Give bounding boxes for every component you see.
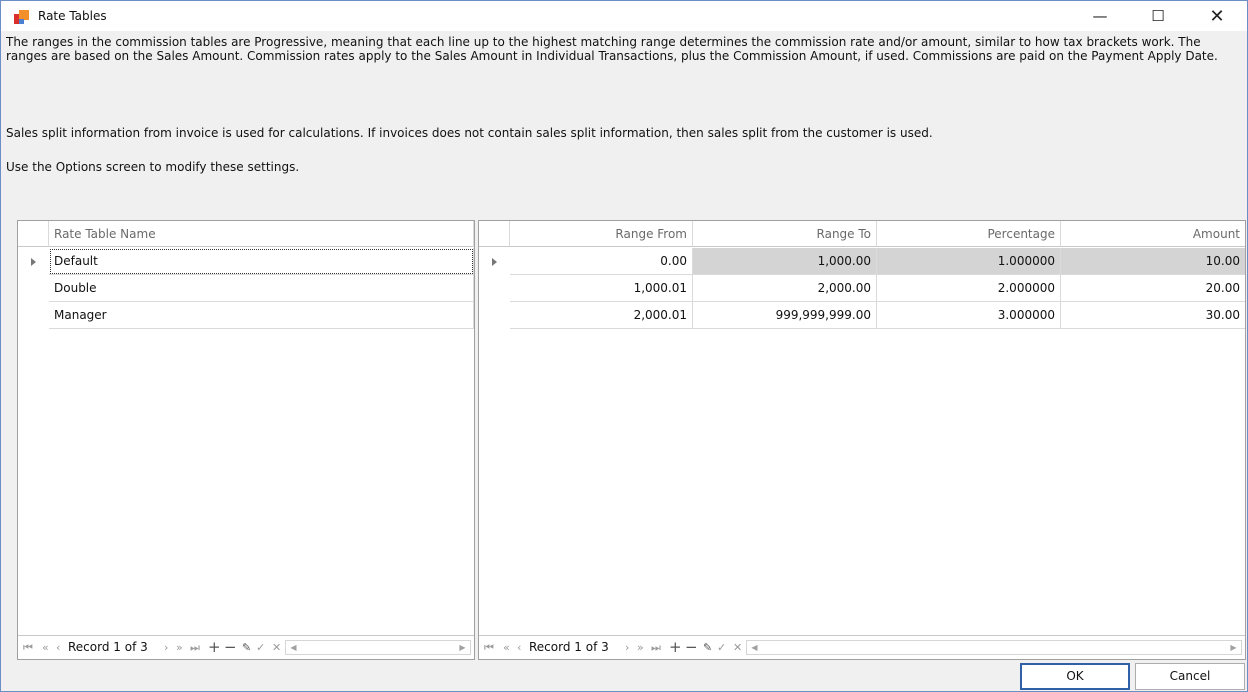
first-record-icon[interactable]: ⏮ bbox=[23, 636, 33, 660]
horizontal-scrollbar[interactable]: ◀ ▶ bbox=[285, 640, 471, 655]
cell-amount[interactable]: 30.00 bbox=[1061, 302, 1245, 329]
row-indicator bbox=[479, 248, 510, 275]
cell-rate-table-name[interactable]: Manager bbox=[49, 302, 474, 329]
row-indicator bbox=[479, 302, 510, 329]
prev-page-icon[interactable]: « bbox=[503, 636, 510, 660]
next-page-icon[interactable]: » bbox=[637, 636, 644, 660]
first-record-icon[interactable]: ⏮ bbox=[484, 636, 494, 660]
edit-record-icon[interactable]: ✎ bbox=[242, 636, 251, 660]
cell-range-to[interactable]: 2,000.00 bbox=[693, 275, 877, 302]
table-row[interactable]: 0.00 1,000.00 1.000000 10.00 bbox=[479, 248, 1245, 275]
ok-button[interactable]: OK bbox=[1020, 663, 1130, 690]
scroll-right-icon[interactable]: ▶ bbox=[455, 641, 470, 654]
grid-header: Rate Table Name bbox=[18, 221, 474, 247]
maximize-button[interactable]: ☐ bbox=[1135, 1, 1181, 31]
grid-header: Range From Range To Percentage Amount bbox=[479, 221, 1245, 247]
column-header-range-to[interactable]: Range To bbox=[693, 221, 877, 247]
row-indicator bbox=[479, 275, 510, 302]
title-bar[interactable]: Rate Tables — ☐ ✕ bbox=[1, 1, 1247, 31]
cell-rate-table-name[interactable]: Default bbox=[49, 248, 474, 275]
row-indicator bbox=[18, 275, 49, 302]
cancel-edit-icon[interactable]: ✕ bbox=[733, 636, 742, 660]
cell-percentage[interactable]: 3.000000 bbox=[877, 302, 1061, 329]
table-row[interactable]: 1,000.01 2,000.00 2.000000 20.00 bbox=[479, 275, 1245, 302]
next-page-icon[interactable]: » bbox=[176, 636, 183, 660]
prev-record-icon[interactable]: ‹ bbox=[517, 636, 521, 660]
record-counter: Record 1 of 3 bbox=[529, 640, 609, 654]
table-row[interactable]: Default bbox=[18, 248, 474, 275]
end-edit-icon[interactable]: ✓ bbox=[717, 636, 726, 660]
record-counter: Record 1 of 3 bbox=[68, 640, 148, 654]
add-record-icon[interactable]: + bbox=[669, 636, 682, 660]
rate-tables-window: Rate Tables — ☐ ✕ The ranges in the comm… bbox=[0, 0, 1248, 692]
next-record-icon[interactable]: › bbox=[625, 636, 629, 660]
cancel-button[interactable]: Cancel bbox=[1135, 663, 1245, 690]
prev-record-icon[interactable]: ‹ bbox=[56, 636, 60, 660]
cell-percentage[interactable]: 1.000000 bbox=[877, 248, 1061, 275]
horizontal-scrollbar[interactable]: ◀ ▶ bbox=[746, 640, 1242, 655]
table-row[interactable]: 2,000.01 999,999,999.00 3.000000 30.00 bbox=[479, 302, 1245, 329]
window-title: Rate Tables bbox=[38, 9, 107, 23]
data-navigator: ⏮ « ‹ Record 1 of 3 › » ⏭ + − ✎ ✓ ✕ ◀ ▶ bbox=[18, 635, 474, 659]
cell-range-from[interactable]: 0.00 bbox=[510, 248, 693, 275]
column-header-rate-table-name[interactable]: Rate Table Name bbox=[49, 221, 474, 247]
row-indicator-icon bbox=[492, 258, 497, 266]
cell-range-from[interactable]: 2,000.01 bbox=[510, 302, 693, 329]
column-header-percentage[interactable]: Percentage bbox=[877, 221, 1061, 247]
cell-amount[interactable]: 10.00 bbox=[1061, 248, 1245, 275]
row-indicator bbox=[18, 302, 49, 329]
scroll-right-icon[interactable]: ▶ bbox=[1226, 641, 1241, 654]
add-record-icon[interactable]: + bbox=[208, 636, 221, 660]
info-sales-split: Sales split information from invoice is … bbox=[6, 126, 933, 140]
data-navigator: ⏮ « ‹ Record 1 of 3 › » ⏭ + − ✎ ✓ ✕ ◀ ▶ bbox=[479, 635, 1245, 659]
cell-amount[interactable]: 20.00 bbox=[1061, 275, 1245, 302]
cell-range-from[interactable]: 1,000.01 bbox=[510, 275, 693, 302]
table-row[interactable]: Manager bbox=[18, 302, 474, 329]
last-record-icon[interactable]: ⏭ bbox=[651, 636, 661, 660]
table-row[interactable]: Double bbox=[18, 275, 474, 302]
close-button[interactable]: ✕ bbox=[1194, 1, 1240, 31]
remove-record-icon[interactable]: − bbox=[224, 636, 237, 660]
edit-record-icon[interactable]: ✎ bbox=[703, 636, 712, 660]
end-edit-icon[interactable]: ✓ bbox=[256, 636, 265, 660]
cancel-edit-icon[interactable]: ✕ bbox=[272, 636, 281, 660]
last-record-icon[interactable]: ⏭ bbox=[190, 636, 200, 660]
cell-range-to[interactable]: 999,999,999.00 bbox=[693, 302, 877, 329]
cell-range-to[interactable]: 1,000.00 bbox=[693, 248, 877, 275]
info-progressive: The ranges in the commission tables are … bbox=[6, 35, 1218, 63]
remove-record-icon[interactable]: − bbox=[685, 636, 698, 660]
rate-table-grid[interactable]: Rate Table Name Default Double Manager ⏮… bbox=[17, 220, 475, 660]
app-icon bbox=[14, 10, 30, 26]
column-header-range-from[interactable]: Range From bbox=[510, 221, 693, 247]
prev-page-icon[interactable]: « bbox=[42, 636, 49, 660]
cell-rate-table-name[interactable]: Double bbox=[49, 275, 474, 302]
indicator-header bbox=[18, 221, 49, 247]
column-header-amount[interactable]: Amount bbox=[1061, 221, 1245, 247]
indicator-header bbox=[479, 221, 510, 247]
info-options: Use the Options screen to modify these s… bbox=[6, 160, 300, 174]
next-record-icon[interactable]: › bbox=[164, 636, 168, 660]
scroll-left-icon[interactable]: ◀ bbox=[747, 641, 762, 654]
cell-percentage[interactable]: 2.000000 bbox=[877, 275, 1061, 302]
row-indicator bbox=[18, 248, 49, 275]
scroll-left-icon[interactable]: ◀ bbox=[286, 641, 301, 654]
rate-ranges-grid[interactable]: Range From Range To Percentage Amount 0.… bbox=[478, 220, 1246, 660]
minimize-button[interactable]: — bbox=[1077, 1, 1123, 31]
row-indicator-icon bbox=[31, 258, 36, 266]
